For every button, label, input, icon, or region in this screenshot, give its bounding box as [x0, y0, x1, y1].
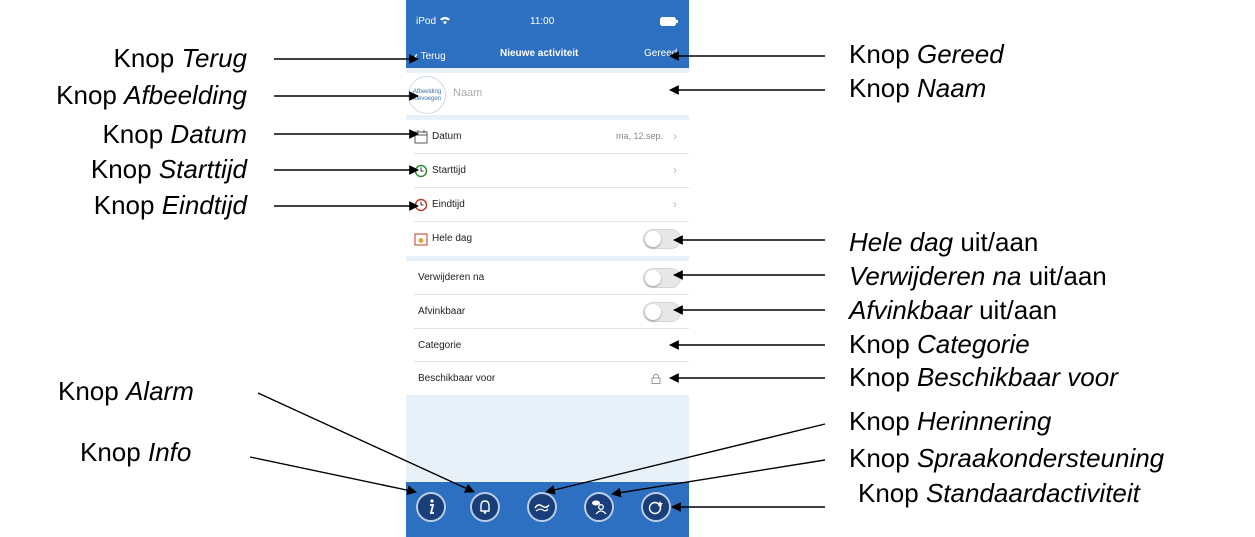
- annotation-target: Afbeelding: [124, 80, 247, 110]
- annotation-knop: Knop: [849, 39, 910, 69]
- annotation-knop: Knop: [58, 376, 119, 406]
- annotation-knop: Knop: [90, 154, 152, 184]
- annotation-delete-after: Verwijderen na uit/aan: [849, 261, 1107, 291]
- annotation-knop: Knop: [849, 73, 910, 103]
- annotation-available-for: Knop Beschikbaar voor: [849, 362, 1118, 392]
- annotation-target: Alarm: [125, 376, 194, 406]
- annotation-knop: Knop: [56, 80, 117, 110]
- annotation-knop: Knop: [849, 406, 910, 436]
- annotation-all-day: Hele dag uit/aan: [849, 227, 1038, 257]
- annotation-target: Beschikbaar voor: [916, 362, 1118, 392]
- annotation-target: Verwijderen na: [849, 261, 1022, 291]
- annotation-knop: Knop: [849, 362, 910, 392]
- annotation-knop: Knop: [102, 119, 164, 149]
- annotation-target: Categorie: [916, 329, 1030, 359]
- annotation-start-time: Knop Starttijd: [91, 154, 247, 184]
- annotation-suffix: uit/aan: [1028, 261, 1107, 291]
- annotation-back: Knop Terug: [113, 43, 247, 73]
- annotation-knop: Knop: [113, 43, 175, 73]
- annotation-target: Naam: [916, 73, 987, 103]
- annotation-suffix: uit/aan: [979, 295, 1058, 325]
- annotation-checkable: Afvinkbaar uit/aan: [849, 295, 1057, 325]
- annotation-target: Standaardactiviteit: [925, 478, 1140, 508]
- annotation-date: Knop Datum: [102, 119, 247, 149]
- annotation-alarm: Knop Alarm: [58, 376, 194, 406]
- annotation-end-time: Knop Eindtijd: [94, 190, 247, 220]
- annotation-info: Knop Info: [80, 437, 191, 467]
- annotation-target: Eindtijd: [161, 190, 247, 220]
- annotation-knop: Knop: [93, 190, 155, 220]
- annotation-knop: Knop: [849, 329, 910, 359]
- annotation-target: Gereed: [916, 39, 1004, 69]
- annotation-knop: Knop: [849, 443, 910, 473]
- annotation-target: Herinnering: [916, 406, 1052, 436]
- annotation-target: Terug: [181, 43, 247, 73]
- annotation-target: Spraakondersteuning: [916, 443, 1165, 473]
- annotation-target: Hele dag: [849, 227, 954, 257]
- annotation-target: Starttijd: [158, 154, 247, 184]
- annotation-reminder: Knop Herinnering: [849, 406, 1051, 436]
- annotation-standard-activity: Knop Standaardactiviteit: [858, 478, 1140, 508]
- annotation-category: Knop Categorie: [849, 329, 1030, 359]
- annotation-suffix: uit/aan: [960, 227, 1039, 257]
- annotation-speech: Knop Spraakondersteuning: [849, 443, 1164, 473]
- annotation-image: Knop Afbeelding: [56, 80, 247, 110]
- annotation-knop: Knop: [80, 437, 141, 467]
- annotation-name: Knop Naam: [849, 73, 986, 103]
- annotation-done: Knop Gereed: [849, 39, 1004, 69]
- annotation-knop: Knop: [858, 478, 919, 508]
- annotation-target: Datum: [170, 119, 247, 149]
- annotation-target: Afvinkbaar: [849, 295, 972, 325]
- annotation-target: Info: [147, 437, 192, 467]
